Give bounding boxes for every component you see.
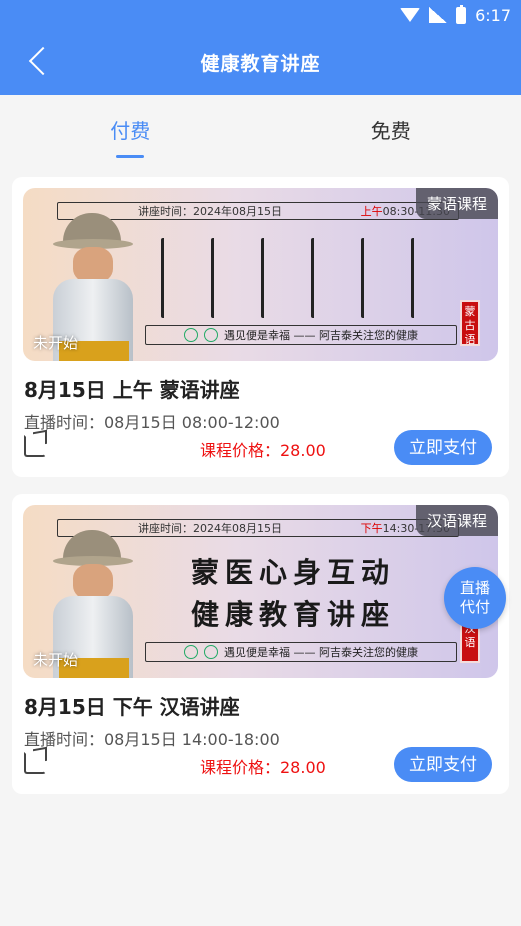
course-banner[interactable]: 讲座时间：2024年08月15日 上午08:30-11:30 遇见便是幸福 ——… (23, 188, 498, 361)
status-time: 6:17 (475, 5, 511, 25)
banner-footer: 遇见便是幸福 —— 阿吉泰关注您的健康 (145, 325, 457, 345)
course-price: 课程价格：28.00 (200, 758, 326, 777)
live-proxy-pay-button[interactable]: 直播 代付 (444, 567, 506, 629)
mongolian-script-headline (143, 232, 443, 332)
banner-date: 讲座时间：2024年08月15日 (138, 522, 282, 535)
live-time: 直播时间：08月15日 08:00-12:00 (24, 413, 280, 432)
hospital-logo-icon (184, 645, 198, 659)
app-bar: 6:17 健康教育讲座 (0, 0, 521, 95)
course-language-tag: 汉语课程 (415, 505, 498, 536)
course-banner[interactable]: 讲座时间：2024年08月15日 下午14:30-17:30 蒙医心身互动 健康… (23, 505, 498, 678)
tab-free[interactable]: 免费 (261, 95, 521, 165)
page-title: 健康教育讲座 (200, 53, 321, 75)
banner-footer: 遇见便是幸福 —— 阿吉泰关注您的健康 (145, 642, 457, 662)
share-icon[interactable] (24, 435, 46, 457)
wifi-icon (400, 8, 421, 22)
battery-icon (456, 4, 467, 24)
pay-now-button[interactable]: 立即支付 (394, 747, 492, 782)
live-time: 直播时间：08月15日 14:00-18:00 (24, 730, 280, 749)
share-icon[interactable] (24, 752, 46, 774)
banner-date: 讲座时间：2024年08月15日 (138, 205, 282, 218)
float-label-1: 直播 (459, 579, 490, 597)
course-card[interactable]: 讲座时间：2024年08月15日 下午14:30-17:30 蒙医心身互动 健康… (12, 494, 509, 794)
tab-paid[interactable]: 付费 (0, 95, 261, 165)
tab-bar: 付费 免费 (0, 95, 521, 165)
banner-headline-line2: 健康教育讲座 (190, 598, 395, 631)
organization-logo-icon (204, 645, 218, 659)
language-seal: 蒙古语 (460, 300, 480, 346)
signal-icon (429, 7, 448, 23)
float-label-2: 代付 (459, 598, 490, 616)
course-status: 未开始 (33, 651, 79, 669)
pay-now-button[interactable]: 立即支付 (394, 430, 492, 465)
course-card[interactable]: 讲座时间：2024年08月15日 上午08:30-11:30 遇见便是幸福 ——… (12, 177, 509, 477)
course-title: 8月15日 下午 汉语讲座 (24, 695, 240, 719)
hospital-logo-icon (184, 328, 198, 342)
course-title: 8月15日 上午 蒙语讲座 (24, 378, 240, 402)
banner-headline: 蒙医心身互动 健康教育讲座 (143, 549, 443, 649)
course-status: 未开始 (33, 334, 79, 352)
course-price: 课程价格：28.00 (200, 441, 326, 460)
status-bar: 6:17 (400, 0, 521, 30)
course-language-tag: 蒙语课程 (415, 188, 498, 219)
banner-headline-line1: 蒙医心身互动 (190, 556, 395, 589)
organization-logo-icon (204, 328, 218, 342)
